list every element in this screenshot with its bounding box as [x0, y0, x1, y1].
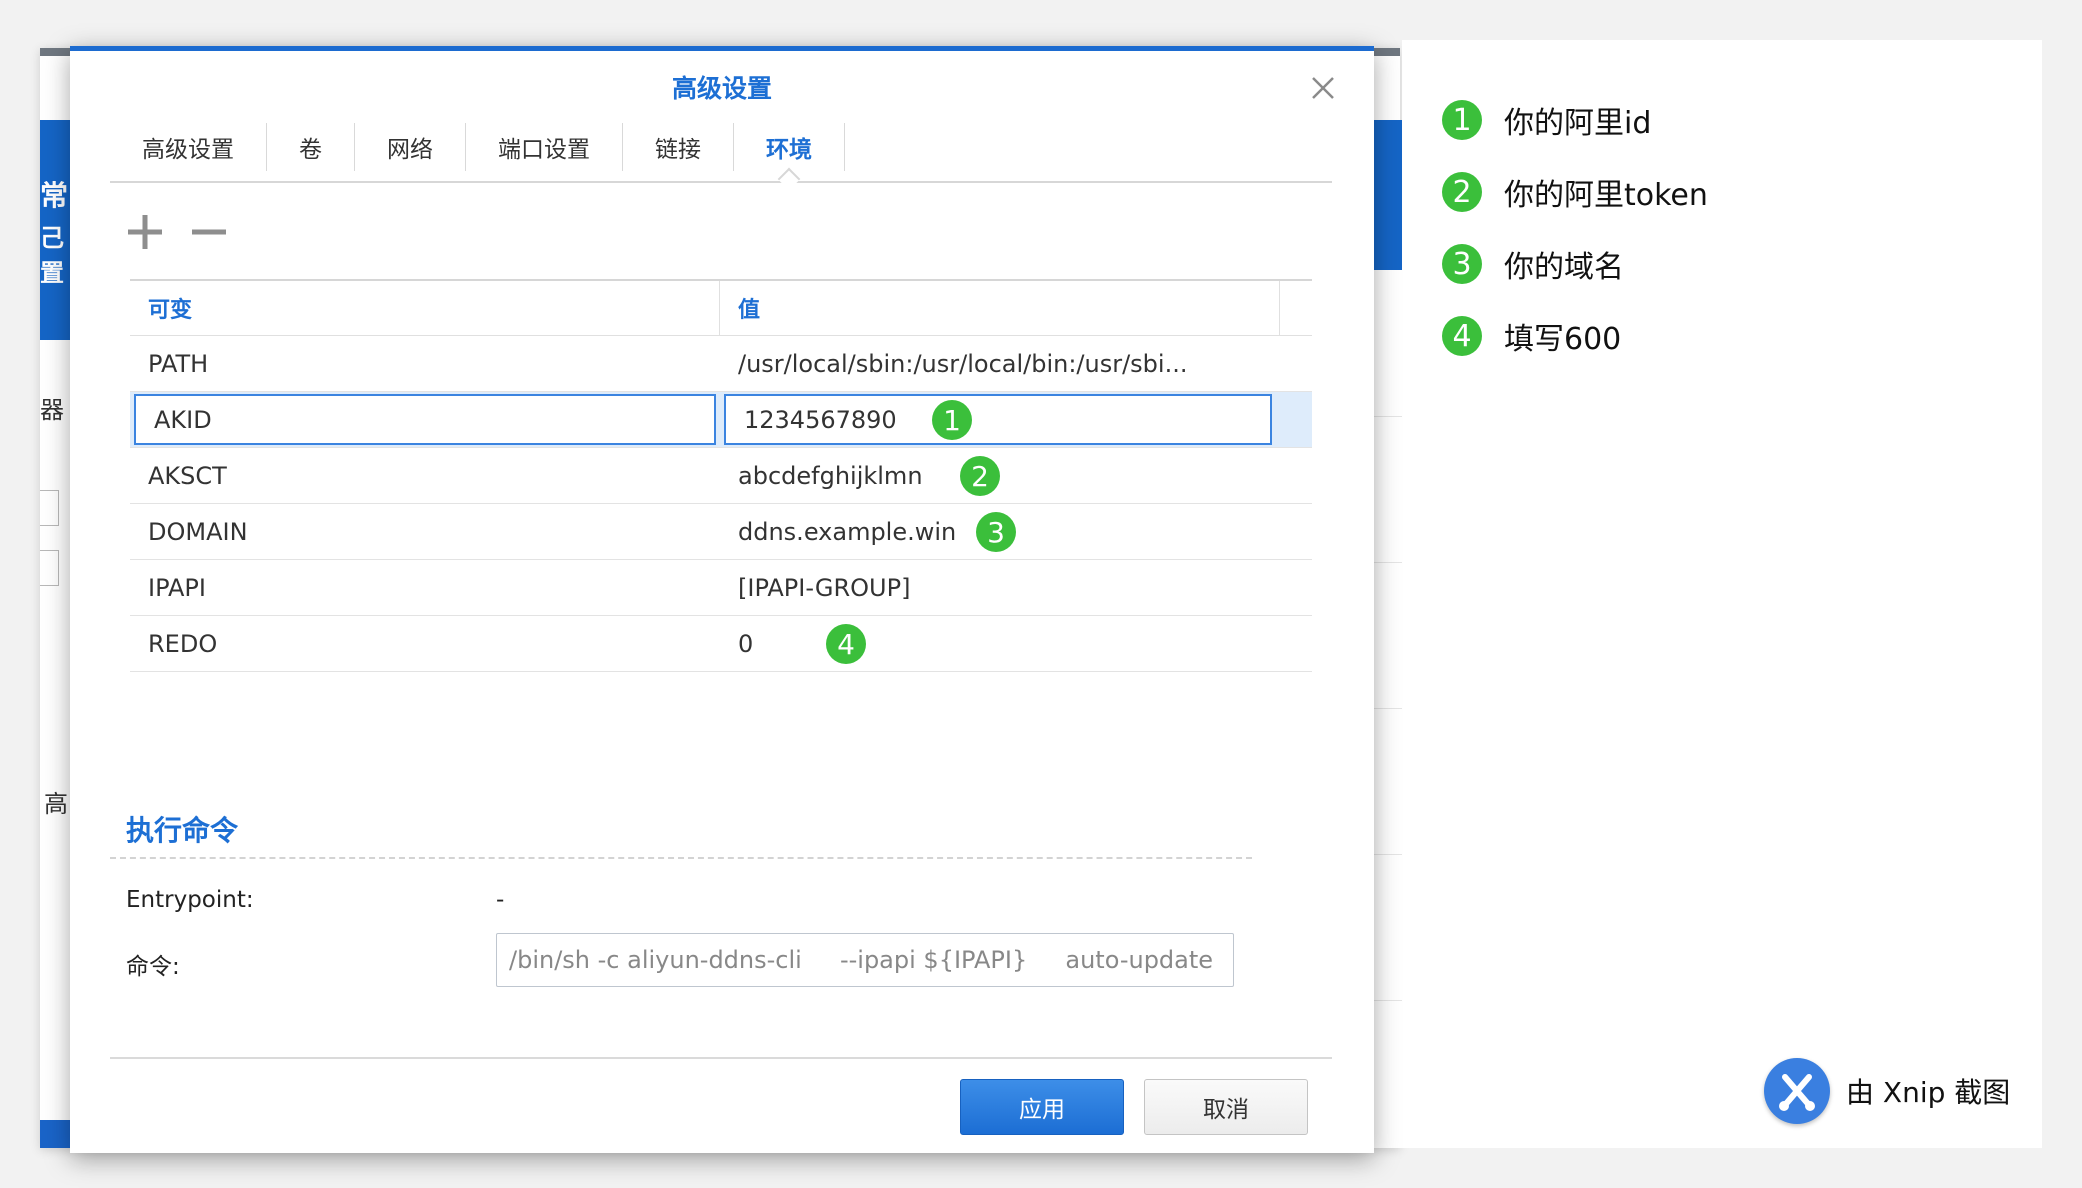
variable-name-cell[interactable]: AKSCT	[130, 448, 720, 503]
advanced-settings-dialog: 高级设置 高级设置 卷 网络 端口设置 链接 环境 可变 值 PATH /usr…	[70, 46, 1374, 1153]
variable-name-cell[interactable]: DOMAIN	[130, 504, 720, 559]
section-divider	[110, 857, 1252, 859]
variable-name-cell[interactable]: REDO	[130, 616, 720, 671]
annotation-item: 4 填写600	[1442, 314, 1621, 358]
tab-port-settings[interactable]: 端口设置	[466, 123, 623, 171]
column-header-variable[interactable]: 可变	[130, 281, 720, 335]
footer-divider	[110, 1057, 1332, 1059]
table-row[interactable]: AKSCT abcdefghijklmn 2	[130, 448, 1312, 504]
xnip-logo-icon	[1764, 1058, 1830, 1124]
close-icon[interactable]	[1306, 71, 1340, 105]
table-row-selected[interactable]: AKID 1234567890 1	[130, 392, 1312, 448]
tab-environment[interactable]: 环境	[734, 123, 845, 171]
cancel-button[interactable]: 取消	[1144, 1079, 1308, 1135]
xnip-watermark: 由 Xnip 截图	[1764, 1058, 2010, 1124]
annotation-marker: 1	[932, 400, 972, 440]
variable-value-cell[interactable]: /usr/local/sbin:/usr/local/bin:/usr/sbi.…	[720, 336, 1280, 391]
background-input-fragment	[40, 550, 59, 586]
command-input[interactable]	[496, 933, 1234, 987]
background-fragment-text: 常	[40, 179, 69, 212]
tab-volume[interactable]: 卷	[267, 123, 355, 171]
annotation-number: 2	[1442, 172, 1482, 212]
annotation-number: 3	[1442, 244, 1482, 284]
background-input-fragment	[40, 490, 59, 526]
background-fragment-label: 高	[44, 790, 68, 818]
entrypoint-value: -	[496, 887, 505, 913]
annotation-marker: 4	[826, 624, 866, 664]
annotation-text: 你的阿里id	[1504, 106, 1652, 141]
tab-links[interactable]: 链接	[623, 123, 734, 171]
dialog-title: 高级设置	[671, 74, 772, 103]
variable-name-cell[interactable]: IPAPI	[130, 560, 720, 615]
apply-button[interactable]: 应用	[960, 1079, 1124, 1135]
table-row[interactable]: REDO 0 4	[130, 616, 1312, 672]
variable-value-cell[interactable]: abcdefghijklmn	[720, 448, 1280, 503]
background-blue-panel: 常 己置	[40, 120, 72, 340]
variable-value-cell[interactable]: 0	[720, 616, 1280, 671]
table-row[interactable]: DOMAIN ddns.example.win 3	[130, 504, 1312, 560]
annotation-text: 你的域名	[1504, 250, 1624, 285]
table-row[interactable]: PATH /usr/local/sbin:/usr/local/bin:/usr…	[130, 336, 1312, 392]
annotation-number: 1	[1442, 100, 1482, 140]
tab-advanced[interactable]: 高级设置	[110, 123, 267, 171]
annotation-text: 你的阿里token	[1504, 178, 1708, 213]
annotation-item: 3 你的域名	[1442, 242, 1624, 286]
annotation-text: 填写600	[1504, 322, 1622, 357]
environment-table: 可变 值 PATH /usr/local/sbin:/usr/local/bin…	[130, 279, 1312, 672]
plus-icon	[128, 215, 162, 249]
variable-name-cell[interactable]: PATH	[130, 336, 720, 391]
tab-bar: 高级设置 卷 网络 端口设置 链接 环境	[110, 119, 1332, 183]
annotation-marker: 3	[976, 512, 1016, 552]
variable-value-cell[interactable]: 1234567890	[724, 394, 1272, 445]
remove-variable-button[interactable]	[184, 207, 234, 257]
background-fragment-text: 己置	[40, 224, 64, 287]
exec-section-title: 执行命令	[126, 814, 239, 847]
variable-value-cell[interactable]: [IPAPI-GROUP]	[720, 560, 1280, 615]
table-header: 可变 值	[130, 281, 1312, 336]
annotation-marker: 2	[960, 456, 1000, 496]
minus-icon	[192, 229, 226, 235]
annotation-panel: 1 你的阿里id 2 你的阿里token 3 你的域名 4 填写600 由 Xn…	[1402, 40, 2042, 1148]
table-row[interactable]: IPAPI [IPAPI-GROUP]	[130, 560, 1312, 616]
add-variable-button[interactable]	[120, 207, 170, 257]
xnip-label: 由 Xnip 截图	[1846, 1076, 2011, 1109]
command-label: 命令:	[126, 954, 180, 980]
annotation-item: 2 你的阿里token	[1442, 170, 1708, 214]
annotation-number: 4	[1442, 316, 1482, 356]
variable-name-cell[interactable]: AKID	[134, 394, 716, 445]
annotation-item: 1 你的阿里id	[1442, 98, 1651, 142]
column-header-value[interactable]: 值	[720, 281, 1280, 335]
tab-network[interactable]: 网络	[355, 123, 466, 171]
entrypoint-label: Entrypoint:	[126, 887, 254, 913]
background-fragment-label: 器	[40, 396, 64, 424]
